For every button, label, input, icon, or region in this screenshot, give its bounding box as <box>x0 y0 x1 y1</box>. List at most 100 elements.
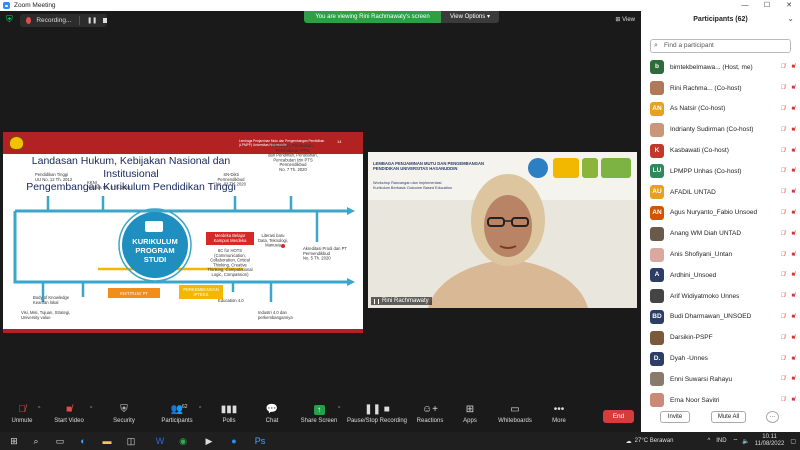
task-view-icon[interactable]: ▭ <box>54 435 66 447</box>
participant-row[interactable]: Anang WM Diah UNTAD 🎙̸ ■̸ <box>641 223 800 244</box>
share-options-caret[interactable]: ^ <box>338 406 340 412</box>
more-button[interactable]: ••• More <box>534 404 584 424</box>
video-off-icon: ■̸ <box>791 251 795 258</box>
mic-muted-icon: 🎙̸ <box>780 230 786 237</box>
participant-row[interactable]: LU LPMPP Unhas (Co-host) 🎙̸ ■̸ <box>641 161 800 182</box>
share-screen-label: Share Screen <box>300 418 338 424</box>
more-icon: ••• <box>553 404 565 415</box>
signal-icon <box>374 298 379 304</box>
start-video-button[interactable]: ■̸ Start Video <box>44 404 94 424</box>
red-dot <box>281 244 285 248</box>
avatar: K <box>650 143 664 158</box>
participant-name: Budi Dharmawan_UNSOED <box>670 313 752 321</box>
participants-icon: 👥 <box>170 404 184 415</box>
panel-collapse-icon[interactable]: ⌄ <box>787 14 794 23</box>
participant-row[interactable]: Anis Shofiyani_Untan 🎙̸ ■̸ <box>641 244 800 265</box>
participant-status-icons: 🎙̸ ■̸ <box>781 168 795 174</box>
whiteboards-button[interactable]: ▭ Whiteboards <box>490 404 540 424</box>
notification-icon[interactable]: ▢ <box>790 438 796 445</box>
participants-panel: Participants (62) ⌄ ⌕ Find a participant… <box>641 11 800 432</box>
book-icon <box>145 221 163 232</box>
avatar <box>650 81 664 96</box>
participant-row[interactable]: Indrianty Sudirman (Co-host) 🎙̸ ■̸ <box>641 119 800 140</box>
edge-icon[interactable]: ◐ <box>77 435 89 447</box>
recording-dot-icon <box>26 17 32 24</box>
view-options-button[interactable]: View Options ▾ <box>441 11 499 23</box>
close-window-button[interactable]: ✕ <box>778 0 800 11</box>
participant-row[interactable]: b bimtekbelmawa... (Host, me) 🎙̸ ■̸ <box>641 57 800 78</box>
audio-options-caret[interactable]: ^ <box>38 406 40 412</box>
participant-row[interactable]: Rini Rachma... (Co-host) 🎙̸ ■̸ <box>641 78 800 99</box>
kemdikbud-logo-icon <box>528 158 548 178</box>
chrome-icon[interactable]: ◉ <box>177 435 189 447</box>
diagram-arrow-head-2 <box>347 278 355 286</box>
avatar <box>650 289 664 304</box>
more-options-button[interactable]: ··· <box>766 411 779 423</box>
pause-stop-recording-button[interactable]: ❚❚ ■ Pause/Stop Recording <box>342 404 412 424</box>
zoom-taskbar-icon[interactable]: ● <box>228 435 240 447</box>
participant-row[interactable]: Darsikin-PSPF 🎙̸ ■̸ <box>641 327 800 348</box>
zoom-window: Zoom Meeting — ☐ ✕ ⛨ Recording... ❚❚ You… <box>0 0 800 432</box>
tray-chevron-icon[interactable]: ^ <box>707 438 710 444</box>
participant-row[interactable]: AU AFADIL UNTAD 🎙̸ ■̸ <box>641 182 800 203</box>
wifi-icon[interactable]: ⌔ <box>733 437 739 445</box>
store-icon[interactable]: ◫ <box>125 435 137 447</box>
participants-button[interactable]: 👥 62 Participants <box>152 404 202 424</box>
photoshop-icon[interactable]: Ps <box>254 435 266 447</box>
participant-row[interactable]: AN As Natsir (Co-host) 🎙̸ ■̸ <box>641 99 800 120</box>
participant-row[interactable]: Enni Suwarsi Rahayu 🎙̸ ■̸ <box>641 369 800 390</box>
avatar: b <box>650 60 664 75</box>
stop-recording-icon[interactable] <box>103 18 107 23</box>
weather-icon: ☁ <box>625 438 632 445</box>
participant-name: Anang WM Diah UNTAD <box>670 230 742 238</box>
invite-button[interactable]: Invite <box>660 411 690 423</box>
camera-banner-line-2: PENDIDIKAN UNIVERSITAS HASANUDDIN <box>373 166 458 171</box>
avatar <box>650 393 664 408</box>
shield-icon: ⛨ <box>120 404 128 415</box>
mic-muted-icon: 🎙̸ <box>780 355 786 362</box>
pause-recording-icon[interactable]: ❚❚ <box>87 17 97 24</box>
camera-workshop-text: Workshop Rancangan dan Implementasi Kuri… <box>373 181 452 190</box>
participant-row[interactable]: Arif Widiyatmoko Unnes 🎙̸ ■̸ <box>641 286 800 307</box>
participant-row[interactable]: AN Agus Nuryanto_Fabio Unsoed 🎙̸ ■̸ <box>641 203 800 224</box>
language-indicator[interactable]: IND <box>716 438 726 444</box>
share-screen-button[interactable]: ↑ Share Screen <box>294 404 344 424</box>
video-options-caret[interactable]: ^ <box>90 406 92 412</box>
participants-caret[interactable]: ^ <box>199 406 201 412</box>
video-off-icon: ■̸ <box>791 230 795 237</box>
minimize-button[interactable]: — <box>734 0 756 11</box>
clock[interactable]: 10.11 11/08/2022 <box>755 434 785 448</box>
media-icon[interactable]: ▶ <box>203 435 215 447</box>
volume-icon[interactable]: 🔈 <box>742 438 749 445</box>
security-shield-icon[interactable]: ⛨ <box>6 15 14 24</box>
word-icon[interactable]: W <box>154 435 166 447</box>
meeting-top-bar: ⛨ Recording... ❚❚ You are viewing Rini R… <box>0 11 641 29</box>
participant-row[interactable]: D. Dyah -Unnes 🎙̸ ■̸ <box>641 348 800 369</box>
video-off-icon: ■̸ <box>791 105 795 112</box>
participant-name: Kasbawati (Co-host) <box>670 147 729 155</box>
participant-row[interactable]: A Ardhini_Unsoed 🎙̸ ■̸ <box>641 265 800 286</box>
participant-name: Ardhini_Unsoed <box>670 271 717 279</box>
mic-muted-icon: 🎙̸ <box>780 272 786 279</box>
participant-row[interactable]: K Kasbawati (Co-host) 🎙̸ ■̸ <box>641 140 800 161</box>
weather-text[interactable]: 27°C Berawan <box>635 438 674 444</box>
mute-all-button[interactable]: Mute All <box>711 411 746 423</box>
chat-button[interactable]: 💬 Chat <box>247 404 297 424</box>
search-icon[interactable]: ⌕ <box>30 435 42 447</box>
participant-status-icons: 🎙̸ ■̸ <box>781 210 795 216</box>
participant-search-input[interactable]: ⌕ Find a participant <box>650 39 791 53</box>
slide-label-pendirian: Pendirian, Perubahan, Pembubaran PTN, dan … <box>268 143 318 172</box>
end-meeting-button[interactable]: End <box>603 410 634 423</box>
apps-button[interactable]: ⊞ Apps <box>445 404 495 424</box>
reactions-label: Reactions <box>416 418 444 424</box>
participant-row[interactable]: BD Budi Dharmawan_UNSOED 🎙̸ ■̸ <box>641 307 800 328</box>
security-button[interactable]: ⛨ Security <box>99 404 149 424</box>
view-button[interactable]: ⊞ View <box>615 16 635 23</box>
maximize-button[interactable]: ☐ <box>756 0 778 11</box>
avatar: D. <box>650 351 664 366</box>
windows-start-icon[interactable]: ⊞ <box>8 435 20 447</box>
participant-status-icons: 🎙̸ ■̸ <box>781 127 795 133</box>
file-explorer-icon[interactable]: ▬ <box>101 435 113 447</box>
participant-status-icons: 🎙̸ ■̸ <box>781 397 795 403</box>
slide-label-akreditasi: Akreditasi Prodi dan PT Permendikbud No. 5… <box>303 246 347 261</box>
